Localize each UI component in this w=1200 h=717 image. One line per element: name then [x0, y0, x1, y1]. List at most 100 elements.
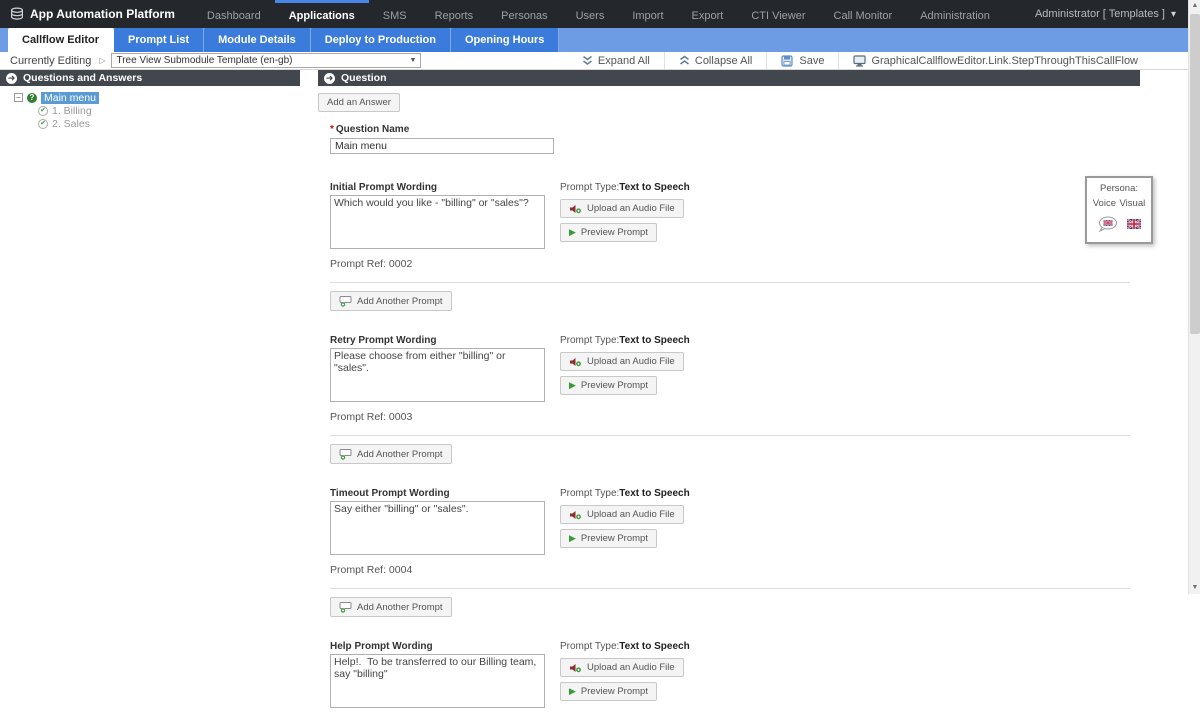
- add-another-prompt-button[interactable]: Add Another Prompt: [330, 444, 452, 464]
- arrow-circle-icon: ➜: [324, 73, 335, 84]
- questions-answers-title: Questions and Answers: [23, 72, 142, 84]
- play-icon: ▶: [569, 381, 576, 390]
- scroll-down-arrow-icon[interactable]: ▼: [1189, 582, 1200, 594]
- tab-module-details[interactable]: Module Details: [204, 28, 311, 52]
- prompt-wording-textarea[interactable]: Which would you like - "billing" or "sal…: [330, 195, 545, 249]
- user-menu[interactable]: Administrator [ Templates ] ▾: [1035, 0, 1200, 28]
- save-button[interactable]: Save: [766, 52, 838, 69]
- add-another-prompt-button[interactable]: Add Another Prompt: [330, 597, 452, 617]
- prompt-wording-label: Initial Prompt Wording: [330, 182, 548, 194]
- add-prompt-bubble-icon: [339, 295, 352, 307]
- prompt-ref: Prompt Ref: 0004: [330, 564, 548, 576]
- prompt-type: Prompt Type:Text to Speech: [560, 335, 690, 347]
- monitor-icon: [853, 55, 866, 67]
- upload-audio-button[interactable]: Upload an Audio File: [560, 199, 684, 218]
- speaker-icon: [569, 510, 582, 520]
- tab-deploy-to-production[interactable]: Deploy to Production: [311, 28, 451, 52]
- nav-item-administration[interactable]: Administration: [906, 0, 1004, 28]
- play-icon: ▶: [569, 687, 576, 696]
- play-icon: ▶: [569, 534, 576, 543]
- nav-item-export[interactable]: Export: [678, 0, 738, 28]
- nav-item-applications[interactable]: Applications: [275, 0, 369, 28]
- step-through-callflow-button[interactable]: GraphicalCallflowEditor.Link.StepThrough…: [838, 52, 1152, 69]
- questions-answers-header: ➜ Questions and Answers: [0, 70, 300, 86]
- tree-node-label[interactable]: 2. Sales: [52, 118, 90, 130]
- nav-item-personas[interactable]: Personas: [487, 0, 561, 28]
- prompt-ref: Prompt Ref: 0002: [330, 258, 548, 270]
- expand-all-icon: [582, 55, 593, 66]
- persona-title: Persona:: [1087, 183, 1151, 194]
- main-nav: Dashboard Applications SMS Reports Perso…: [193, 0, 1004, 28]
- tree-node-billing[interactable]: ✔ 1. Billing: [38, 105, 300, 116]
- tab-strip: Callflow Editor Prompt List Module Detai…: [0, 28, 1200, 52]
- expand-all-button[interactable]: Expand All: [568, 52, 664, 69]
- add-prompt-bubble-icon: [339, 448, 352, 460]
- tree-node-label[interactable]: 1. Billing: [52, 105, 92, 117]
- prompt-type: Prompt Type:Text to Speech: [560, 182, 690, 194]
- nav-item-reports[interactable]: Reports: [421, 0, 488, 28]
- collapse-all-icon: [679, 55, 690, 66]
- prompt-ref: Prompt Ref: 0003: [330, 411, 548, 423]
- help-prompt-block: Help Prompt Wording Help!. To be transfe…: [330, 641, 1140, 717]
- speaker-icon: [569, 204, 582, 214]
- app-brand: App Automation Platform: [0, 0, 193, 28]
- retry-prompt-block: Retry Prompt Wording Please choose from …: [330, 335, 1140, 465]
- speaker-icon: [569, 357, 582, 367]
- tab-callflow-editor[interactable]: Callflow Editor: [8, 28, 114, 52]
- persona-voice-label: Voice: [1093, 198, 1116, 209]
- upload-audio-button[interactable]: Upload an Audio File: [560, 505, 684, 524]
- collapse-expander-icon[interactable]: −: [14, 93, 23, 102]
- question-panel: ➜ Question Add an Answer *Question Name …: [318, 70, 1140, 594]
- tab-opening-hours[interactable]: Opening Hours: [451, 28, 559, 52]
- editor-toolbar: Expand All Collapse All Save Graphical: [568, 52, 1152, 69]
- upload-audio-button[interactable]: Upload an Audio File: [560, 352, 684, 371]
- nav-item-import[interactable]: Import: [618, 0, 677, 28]
- tab-prompt-list[interactable]: Prompt List: [114, 28, 204, 52]
- nav-item-call-monitor[interactable]: Call Monitor: [820, 0, 907, 28]
- required-marker: *: [330, 124, 334, 135]
- vertical-scrollbar[interactable]: ▲ ▼: [1188, 0, 1200, 594]
- preview-prompt-button[interactable]: ▶ Preview Prompt: [560, 223, 657, 242]
- upload-audio-button[interactable]: Upload an Audio File: [560, 658, 684, 677]
- prompt-wording-textarea[interactable]: Say either "billing" or "sales".: [330, 501, 545, 555]
- prompt-wording-label: Timeout Prompt Wording: [330, 488, 548, 500]
- initial-prompt-block: Initial Prompt Wording Which would you l…: [330, 182, 1140, 312]
- question-node-icon: ?: [27, 93, 37, 103]
- nav-item-cti-viewer[interactable]: CTI Viewer: [737, 0, 819, 28]
- editing-template-select[interactable]: Tree View Submodule Template (en-gb) ▼: [111, 53, 421, 68]
- chevron-down-icon: ▾: [1171, 9, 1176, 20]
- tree-node-main-menu[interactable]: − ? Main menu: [14, 92, 300, 103]
- nav-item-users[interactable]: Users: [562, 0, 619, 28]
- prompt-wording-textarea[interactable]: Help!. To be transferred to our Billing …: [330, 654, 545, 708]
- editing-template-value: Tree View Submodule Template (en-gb): [116, 55, 292, 66]
- timeout-prompt-block: Timeout Prompt Wording Say either "billi…: [330, 488, 1140, 618]
- app-logo-icon: [10, 7, 24, 21]
- tree-node-sales[interactable]: ✔ 2. Sales: [38, 118, 300, 129]
- app-title: App Automation Platform: [30, 7, 175, 21]
- question-name-label: *Question Name: [330, 124, 1140, 135]
- prompt-type: Prompt Type:Text to Speech: [560, 641, 690, 653]
- preview-prompt-button[interactable]: ▶ Preview Prompt: [560, 682, 657, 701]
- visual-uk-flag-icon[interactable]: [1127, 219, 1141, 229]
- nav-item-dashboard[interactable]: Dashboard: [193, 0, 275, 28]
- question-title: Question: [341, 72, 387, 84]
- speaker-icon: [569, 663, 582, 673]
- add-another-prompt-button[interactable]: Add Another Prompt: [330, 291, 452, 311]
- scrollbar-thumb[interactable]: [1190, 14, 1200, 334]
- preview-prompt-button[interactable]: ▶ Preview Prompt: [560, 529, 657, 548]
- preview-prompt-button[interactable]: ▶ Preview Prompt: [560, 376, 657, 395]
- tree-node-label[interactable]: Main menu: [41, 92, 99, 104]
- question-name-input[interactable]: [330, 138, 554, 154]
- scroll-up-arrow-icon[interactable]: ▲: [1189, 0, 1200, 12]
- prompt-wording-textarea[interactable]: Please choose from either "billing" or "…: [330, 348, 545, 402]
- select-caret-icon: ▼: [410, 57, 417, 64]
- nav-item-sms[interactable]: SMS: [369, 0, 421, 28]
- arrow-circle-icon: ➜: [6, 73, 17, 84]
- persona-popup: Persona: Voice Visual: [1085, 176, 1153, 244]
- divider: [330, 588, 1130, 589]
- collapse-all-button[interactable]: Collapse All: [664, 52, 766, 69]
- add-prompt-bubble-icon: [339, 601, 352, 613]
- voice-uk-flag-bubble-icon[interactable]: [1098, 216, 1118, 232]
- add-an-answer-button[interactable]: Add an Answer: [318, 93, 400, 112]
- editing-arrow-icon: ▷: [99, 56, 105, 65]
